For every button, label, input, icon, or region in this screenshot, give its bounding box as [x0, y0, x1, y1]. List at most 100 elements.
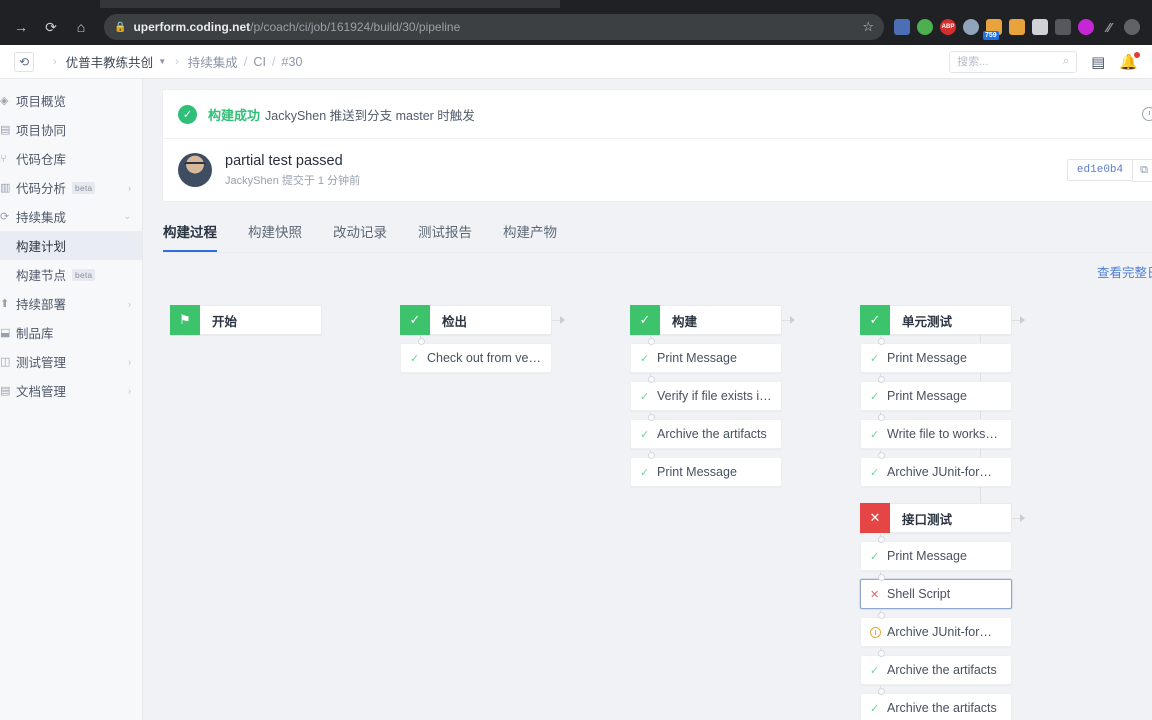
build-trigger-text: JackyShen 推送到分支 master 时触发: [265, 108, 475, 123]
sidebar-item-build-node[interactable]: 构建节点 beta: [0, 260, 142, 289]
log-link-row: 查看完整日志: [162, 253, 1152, 281]
pipeline-step[interactable]: ✓ Archive the artifacts: [860, 648, 1012, 685]
pipeline-step[interactable]: ✓ Print Message: [860, 534, 1012, 571]
pipeline-step[interactable]: ✓ Print Message: [630, 450, 782, 487]
sidebar-item-repository[interactable]: ⑂ 代码仓库: [0, 144, 142, 173]
breadcrumb-section[interactable]: 持续集成: [188, 52, 238, 71]
pipeline-step[interactable]: ✓ Verify if file exists in …: [630, 374, 782, 411]
check-icon: ✓: [870, 702, 880, 715]
sidebar-item-build-plan[interactable]: 构建计划: [0, 231, 142, 260]
tab-build-artifacts[interactable]: 构建产物: [503, 211, 557, 252]
search-icon[interactable]: ⌕: [1063, 55, 1069, 68]
breadcrumb-project[interactable]: 优普丰教练共创: [66, 52, 154, 71]
qr-code-extension-icon[interactable]: [1032, 19, 1048, 35]
sidebar-item-ci[interactable]: ⟳ 持续集成 ⌄: [0, 202, 142, 231]
tab-build-process[interactable]: 构建过程: [163, 211, 217, 252]
stage-header[interactable]: ✓ 构建: [630, 305, 782, 335]
step-connector: [877, 686, 885, 695]
sidebar-item-cd[interactable]: ⬆ 持续部署 ›: [0, 289, 142, 318]
pipeline-step[interactable]: Archive JUnit-formatt…: [860, 610, 1012, 647]
tab-build-snapshot[interactable]: 构建快照: [248, 211, 302, 252]
sidebar-item-doc-management[interactable]: ▤ 文档管理 ›: [0, 376, 142, 405]
stage-title: 开始: [212, 314, 238, 329]
bell-icon[interactable]: 🔔: [1119, 51, 1140, 71]
sidebar-item-collaboration[interactable]: ▤ 项目协同: [0, 115, 142, 144]
connector-arrow: [1020, 514, 1025, 522]
breadcrumb-job[interactable]: CI: [253, 55, 266, 69]
breadcrumb-build[interactable]: #30: [282, 55, 303, 69]
step-connector: [647, 374, 655, 383]
stage-header[interactable]: ⚑ 开始: [170, 305, 322, 335]
star-icon[interactable]: ☆: [862, 19, 874, 35]
notification-dot: [1134, 51, 1140, 58]
breadcrumb-slash: /: [271, 54, 276, 69]
build-status-row: ✓ 构建成功 JackyShen 推送到分支 master 时触发: [163, 90, 1152, 139]
pipeline-step[interactable]: ✓ Print Message: [860, 374, 1012, 411]
tab-change-log[interactable]: 改动记录: [333, 211, 387, 252]
check-icon: ✓: [870, 466, 880, 479]
step-label: Print Message: [657, 351, 737, 365]
stage-header[interactable]: ✓ 单元测试: [860, 305, 1012, 335]
chevron-right-icon[interactable]: ›: [128, 183, 131, 193]
sidebar-item-artifacts[interactable]: ⬓ 制品库: [0, 318, 142, 347]
search-input[interactable]: [957, 55, 1063, 68]
home-icon[interactable]: ⌂: [68, 14, 94, 40]
adblock-plus-extension-icon[interactable]: ABP: [940, 19, 956, 35]
stage-title: 构建: [672, 314, 698, 329]
chevron-right-icon[interactable]: ›: [128, 299, 131, 309]
step-connector: [647, 450, 655, 459]
pipeline-stage-checkout: ✓ 检出 ✓ Check out from versi…: [400, 305, 552, 373]
step-connector: [877, 374, 885, 383]
pipeline-stage-interface-test: ✕ 接口测试 ✓ Print Message ✕ Shell Script Ar…: [860, 503, 1012, 720]
search-box[interactable]: ⌕: [949, 50, 1078, 73]
step-label: Print Message: [887, 389, 967, 403]
flag-icon: ⚑: [170, 305, 200, 335]
pipeline-step[interactable]: ✓ Check out from versi…: [400, 336, 552, 373]
cloud-extension-icon[interactable]: [963, 19, 979, 35]
address-bar[interactable]: 🔒 uperform.coding.net/p/coach/ci/job/161…: [104, 14, 884, 40]
slash-extension-icon[interactable]: ∕∕: [1101, 19, 1117, 35]
stage-header[interactable]: ✓ 检出: [400, 305, 552, 335]
pipeline-step[interactable]: ✓ Print Message: [630, 336, 782, 373]
sidebar-item-code-analysis[interactable]: ▥ 代码分析 beta ›: [0, 173, 142, 202]
sidebar-item-test-management[interactable]: ◫ 测试管理 ›: [0, 347, 142, 376]
rss-badge-count: 759: [983, 31, 999, 40]
tab-test-report[interactable]: 测试报告: [418, 211, 472, 252]
pipeline-step[interactable]: ✓ Archive the artifacts: [860, 686, 1012, 720]
stage-header[interactable]: ✕ 接口测试: [860, 503, 1012, 533]
chevron-down-icon[interactable]: ⌄: [123, 211, 131, 222]
coding-logo-icon[interactable]: ⟲: [14, 51, 34, 72]
pipeline-step[interactable]: ✓ Print Message: [860, 336, 1012, 373]
connector-arrow: [1020, 316, 1025, 324]
evernote-extension-icon[interactable]: [917, 19, 933, 35]
pipeline-step[interactable]: ✓ Archive JUnit-formatt…: [860, 450, 1012, 487]
pipeline-step[interactable]: ✓ Write file to workspace: [860, 412, 1012, 449]
browser-tab[interactable]: 优普丰教练共创 持续集成 CI #30: [100, 0, 560, 8]
new-tab-button[interactable]: +: [650, 0, 676, 6]
build-duration: [1142, 107, 1152, 121]
notes-extension-icon[interactable]: [1009, 19, 1025, 35]
profile-avatar-icon[interactable]: [1124, 19, 1140, 35]
step-connector: [877, 610, 885, 619]
chevron-down-icon[interactable]: ▼: [158, 57, 166, 66]
sidebar-item-overview[interactable]: ◈ 项目概览: [0, 86, 142, 115]
panel-icon[interactable]: ▤: [1091, 53, 1105, 71]
chevron-right-icon[interactable]: ›: [128, 386, 131, 396]
step-connector: [877, 534, 885, 543]
pipeline-step-shell-script[interactable]: ✕ Shell Script: [860, 572, 1012, 609]
pipeline-step[interactable]: ✓ Archive the artifacts: [630, 412, 782, 449]
reload-icon[interactable]: ⟳: [38, 14, 64, 40]
chevron-right-icon[interactable]: ›: [128, 357, 131, 367]
view-full-log-link[interactable]: 查看完整日志: [1097, 266, 1152, 280]
check-icon: ✓: [870, 664, 880, 677]
forward-arrow-icon[interactable]: →: [8, 14, 34, 40]
shield-extension-icon[interactable]: [1055, 19, 1071, 35]
purple-extension-icon[interactable]: [1078, 19, 1094, 35]
rss-feed-extension-icon[interactable]: 759: [983, 19, 1002, 40]
browser-chrome: 优普丰教练共创 持续集成 CI #30 + → ⟳ ⌂ 🔒 uperform.c…: [0, 0, 1152, 45]
sharing-extension-icon[interactable]: [894, 19, 910, 35]
stage-title: 接口测试: [902, 512, 953, 527]
copy-icon[interactable]: ⧉: [1132, 158, 1152, 182]
commit-hash[interactable]: ed1e0b4: [1066, 159, 1133, 181]
sidebar-item-label: 构建节点: [16, 269, 67, 283]
